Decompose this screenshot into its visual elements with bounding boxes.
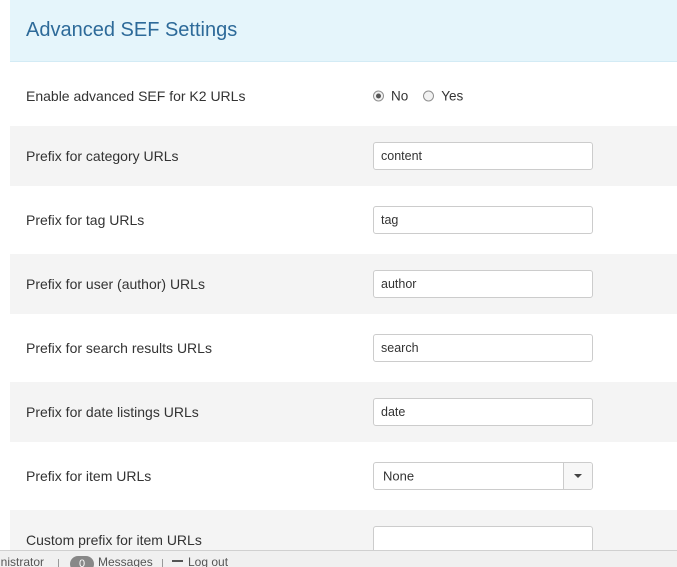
category-prefix-label: Prefix for category URLs [26, 148, 179, 164]
status-separator [58, 559, 59, 567]
radio-no-icon[interactable] [373, 90, 384, 102]
chevron-down-icon[interactable] [563, 463, 592, 489]
row-enable-sef: Enable advanced SEF for K2 URLs No Yes [10, 66, 677, 126]
row-search-prefix: Prefix for search results URLs [10, 318, 677, 378]
messages-count-badge: 0 [70, 556, 94, 567]
section-title: Advanced SEF Settings [26, 19, 238, 41]
status-user[interactable]: inistrator [0, 555, 44, 567]
messages-link[interactable]: Messages [98, 555, 153, 567]
page: Advanced SEF Settings Enable advanced SE… [0, 0, 677, 567]
row-user-prefix: Prefix for user (author) URLs [10, 254, 677, 314]
user-prefix-input[interactable] [373, 270, 593, 298]
user-prefix-label: Prefix for user (author) URLs [26, 276, 205, 292]
enable-sef-radio-group: No Yes [373, 89, 478, 104]
date-prefix-input[interactable] [373, 398, 593, 426]
tag-prefix-label: Prefix for tag URLs [26, 212, 145, 228]
search-prefix-input[interactable] [373, 334, 593, 362]
row-item-prefix: Prefix for item URLs None [10, 446, 677, 506]
item-prefix-select[interactable]: None [373, 462, 593, 490]
status-bar: inistrator 0 Messages Log out [0, 550, 677, 567]
section-header: Advanced SEF Settings [10, 0, 677, 62]
custom-item-prefix-label: Custom prefix for item URLs [26, 532, 202, 548]
logout-link[interactable]: Log out [188, 555, 228, 567]
enable-sef-label: Enable advanced SEF for K2 URLs [26, 88, 246, 104]
logout-icon [172, 560, 183, 562]
date-prefix-label: Prefix for date listings URLs [26, 404, 199, 420]
enable-sef-yes-option[interactable]: Yes [423, 89, 463, 104]
status-separator [162, 559, 163, 567]
enable-sef-no-option[interactable]: No [373, 89, 408, 104]
item-prefix-selected-value: None [383, 468, 415, 484]
search-prefix-label: Prefix for search results URLs [26, 340, 212, 356]
row-date-prefix: Prefix for date listings URLs [10, 382, 677, 442]
radio-no-label: No [391, 88, 409, 104]
row-tag-prefix: Prefix for tag URLs [10, 190, 677, 250]
item-prefix-label: Prefix for item URLs [26, 468, 152, 484]
radio-yes-label: Yes [441, 88, 464, 104]
tag-prefix-input[interactable] [373, 206, 593, 234]
row-category-prefix: Prefix for category URLs [10, 126, 677, 186]
radio-yes-icon[interactable] [423, 90, 435, 102]
category-prefix-input[interactable] [373, 142, 593, 170]
